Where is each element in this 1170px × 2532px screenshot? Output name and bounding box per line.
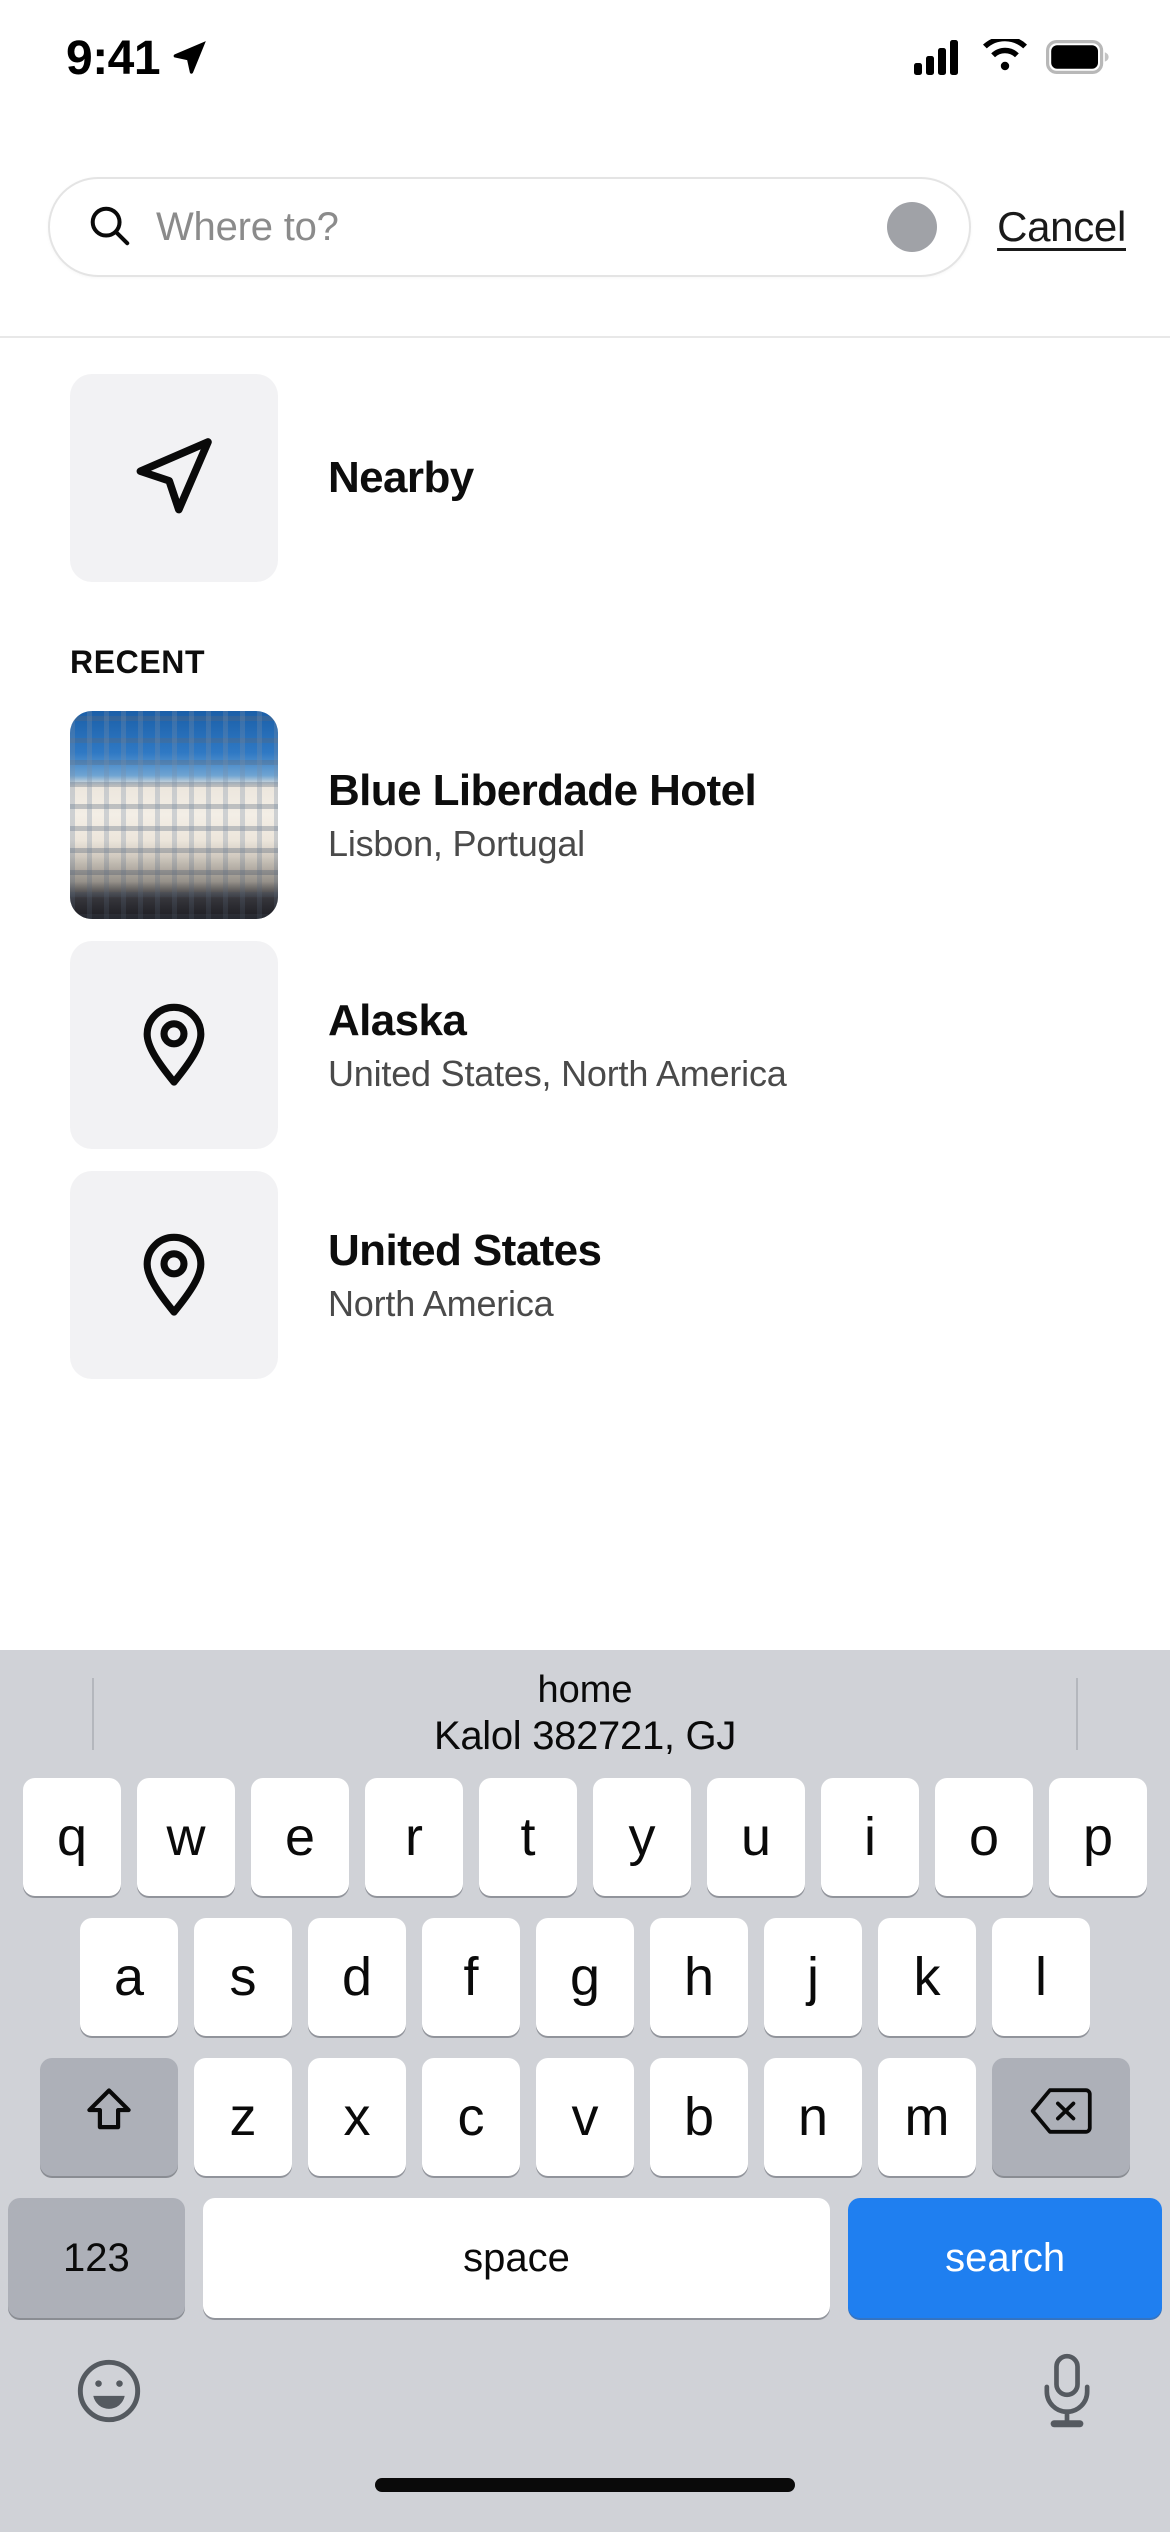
cancel-button[interactable]: Cancel xyxy=(997,203,1130,251)
key-s[interactable]: s xyxy=(194,1918,292,2036)
predictive-line-1[interactable]: home xyxy=(434,1668,736,1713)
nearby-icon-tile xyxy=(70,374,278,582)
emoji-smiley-icon[interactable] xyxy=(72,2354,146,2433)
key-z[interactable]: z xyxy=(194,2058,292,2176)
predictive-line-2[interactable]: Kalol 382721, GJ xyxy=(434,1713,736,1760)
key-j[interactable]: j xyxy=(764,1918,862,2036)
key-v[interactable]: v xyxy=(536,2058,634,2176)
key-x[interactable]: x xyxy=(308,2058,406,2176)
key-i[interactable]: i xyxy=(821,1778,919,1896)
search-input[interactable]: Where to? xyxy=(156,205,863,250)
key-l[interactable]: l xyxy=(992,1918,1090,2036)
numbers-key[interactable]: 123 xyxy=(8,2198,185,2318)
microphone-icon[interactable] xyxy=(1036,2353,1098,2434)
key-n[interactable]: n xyxy=(764,2058,862,2176)
key-r[interactable]: r xyxy=(365,1778,463,1896)
hotel-photo-image xyxy=(70,711,278,919)
search-icon xyxy=(86,202,132,253)
keyboard-row-1: q w e r t y u i o p xyxy=(0,1778,1170,1896)
recent-item-subtitle: United States, North America xyxy=(328,1052,787,1094)
status-time: 9:41 xyxy=(66,32,161,85)
hotel-photo-thumbnail xyxy=(70,711,278,919)
key-w[interactable]: w xyxy=(137,1778,235,1896)
virtual-keyboard: home Kalol 382721, GJ q w e r t y u i o … xyxy=(0,1650,1170,2532)
nearby-text: Nearby xyxy=(328,453,474,502)
recent-item-alaska[interactable]: Alaska United States, North America xyxy=(0,941,1170,1149)
status-bar-left: 9:41 xyxy=(66,35,210,83)
key-h[interactable]: h xyxy=(650,1918,748,2036)
recent-section-label: RECENT xyxy=(70,644,206,680)
recent-item-text: Blue Liberdade Hotel Lisbon, Portugal xyxy=(328,765,757,865)
cellular-bars-icon xyxy=(914,39,964,80)
shift-arrow-icon xyxy=(81,2083,137,2152)
home-indicator[interactable] xyxy=(375,2478,795,2492)
recent-item-united-states[interactable]: United States North America xyxy=(0,1171,1170,1379)
map-pin-icon xyxy=(128,997,220,1094)
backspace-key[interactable] xyxy=(992,2058,1130,2176)
home-indicator-area xyxy=(0,2468,1170,2532)
key-e[interactable]: e xyxy=(251,1778,349,1896)
shift-key[interactable] xyxy=(40,2058,178,2176)
space-key[interactable]: space xyxy=(202,2198,831,2318)
clear-circle-icon[interactable] xyxy=(887,202,938,252)
key-f[interactable]: f xyxy=(422,1918,520,2036)
recent-item-subtitle: North America xyxy=(328,1282,554,1324)
search-header: Where to? Cancel xyxy=(0,118,1170,338)
navigation-arrow-icon xyxy=(126,428,222,529)
status-bar-right xyxy=(914,35,1112,80)
recent-item-subtitle: Lisbon, Portugal xyxy=(328,822,585,864)
pin-icon-tile xyxy=(70,1171,278,1379)
predictive-divider-right xyxy=(1076,1678,1078,1750)
keyboard-row-4: 123 space search xyxy=(0,2198,1170,2318)
key-o[interactable]: o xyxy=(935,1778,1033,1896)
recent-item-title: Alaska xyxy=(328,995,467,1045)
search-input-container[interactable]: Where to? xyxy=(48,177,972,277)
keyboard-row-2: a s d f g h j k l xyxy=(0,1918,1170,2036)
pin-icon-tile xyxy=(70,941,278,1149)
status-bar: 9:41 xyxy=(0,0,1170,118)
key-y[interactable]: y xyxy=(593,1778,691,1896)
key-d[interactable]: d xyxy=(308,1918,406,2036)
backspace-icon xyxy=(1030,2085,1092,2150)
predictive-text-bar: home Kalol 382721, GJ xyxy=(0,1650,1170,1778)
keyboard-bottom-bar xyxy=(0,2318,1170,2468)
key-a[interactable]: a xyxy=(80,1918,178,2036)
nearby-title: Nearby xyxy=(328,453,474,503)
predictive-divider-left xyxy=(92,1678,94,1750)
predictive-suggestion[interactable]: home Kalol 382721, GJ xyxy=(434,1668,736,1760)
key-k[interactable]: k xyxy=(878,1918,976,2036)
search-key[interactable]: search xyxy=(848,2198,1162,2318)
phone-screen: 9:41 Where to? Cancel Nearby RECENT Blue… xyxy=(0,0,1170,2532)
map-pin-icon xyxy=(128,1227,220,1324)
key-m[interactable]: m xyxy=(878,2058,976,2176)
recent-item-title: United States xyxy=(328,1225,602,1275)
battery-full-icon xyxy=(1046,39,1112,79)
keyboard-row-3: z x c v b n m xyxy=(0,2058,1170,2176)
location-arrow-icon xyxy=(170,37,210,82)
key-p[interactable]: p xyxy=(1049,1778,1147,1896)
key-c[interactable]: c xyxy=(422,2058,520,2176)
wifi-icon xyxy=(981,35,1029,80)
key-g[interactable]: g xyxy=(536,1918,634,2036)
nearby-row[interactable]: Nearby xyxy=(0,374,1170,582)
key-b[interactable]: b xyxy=(650,2058,748,2176)
recent-item-text: Alaska United States, North America xyxy=(328,996,787,1095)
search-results-list: Nearby RECENT Blue Liberdade Hotel Lisbo… xyxy=(0,338,1170,1650)
key-u[interactable]: u xyxy=(707,1778,805,1896)
key-t[interactable]: t xyxy=(479,1778,577,1896)
recent-item-hotel[interactable]: Blue Liberdade Hotel Lisbon, Portugal xyxy=(0,711,1170,919)
recent-item-title: Blue Liberdade Hotel xyxy=(328,765,757,815)
key-q[interactable]: q xyxy=(23,1778,121,1896)
recent-item-text: United States North America xyxy=(328,1225,602,1325)
